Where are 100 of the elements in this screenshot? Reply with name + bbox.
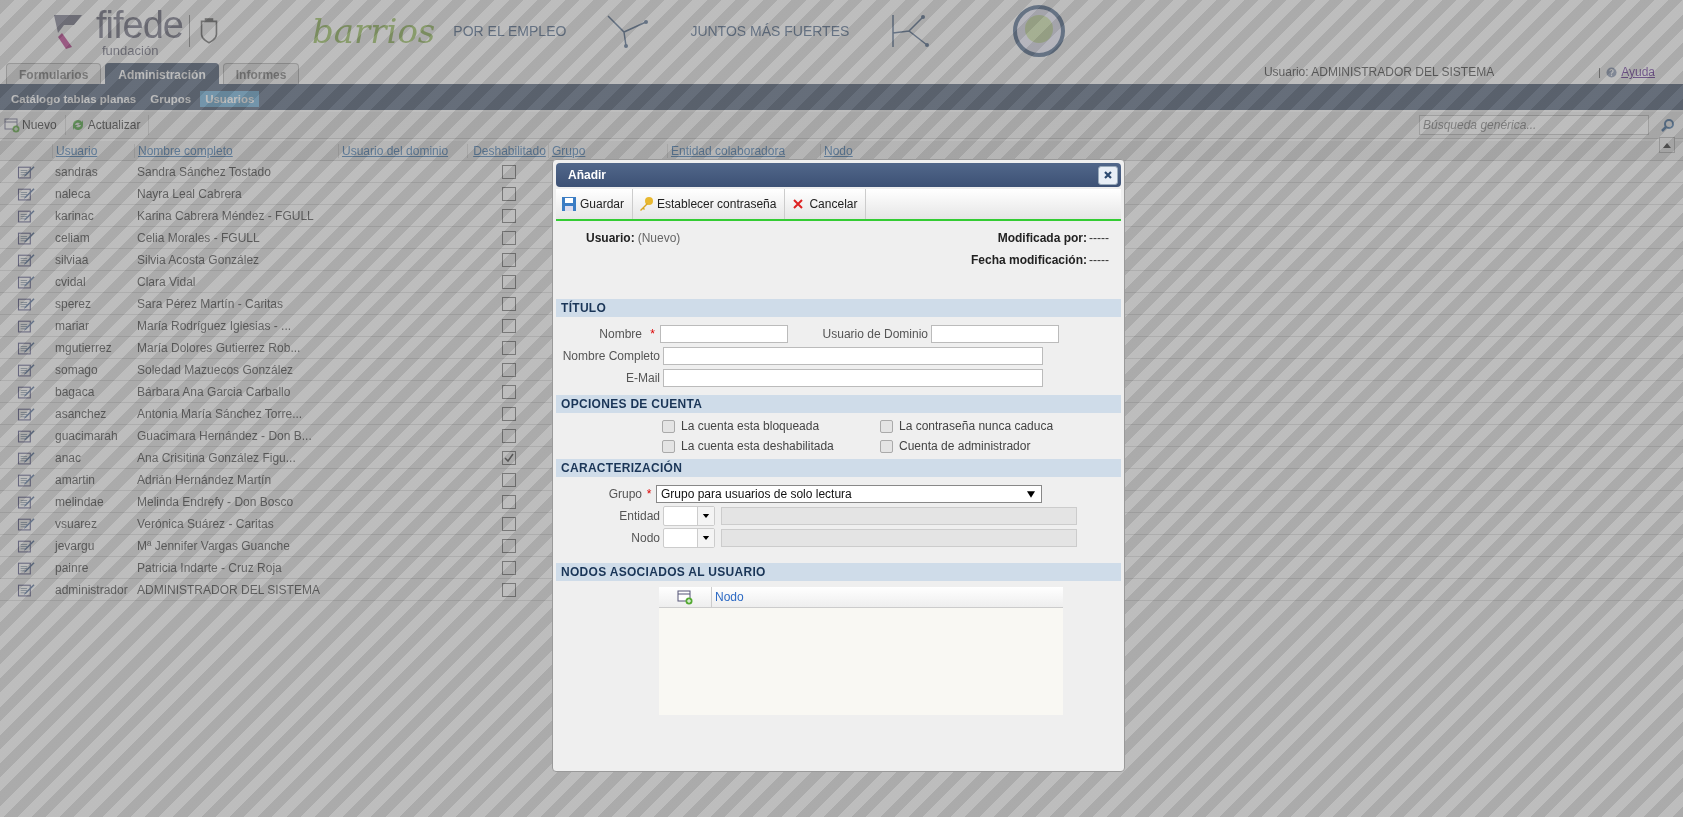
scroll-up-button[interactable]	[1659, 137, 1675, 153]
edit-icon[interactable]	[17, 516, 35, 531]
checkbox[interactable]	[502, 230, 516, 245]
table-cell-text: Bárbara Ana Garcia Carballo	[136, 384, 292, 399]
edit-icon[interactable]	[17, 208, 35, 223]
column-header[interactable]: Grupo	[548, 143, 667, 158]
info-label: Usuario:	[586, 231, 635, 247]
column-header[interactable]: Usuario del dominio	[338, 143, 467, 158]
table-cell-text: Clara Vidal	[136, 274, 197, 289]
checkbox[interactable]	[502, 560, 516, 575]
edit-icon[interactable]	[17, 384, 35, 399]
edit-icon[interactable]	[17, 186, 35, 201]
refresh-button[interactable]: Actualizar	[65, 115, 150, 135]
section-heading: TÍTULO	[556, 299, 1121, 317]
edit-icon[interactable]	[17, 340, 35, 355]
checkbox[interactable]	[662, 439, 675, 453]
edit-icon[interactable]	[17, 582, 35, 597]
info-label: Modificada por:	[997, 231, 1087, 245]
table-cell-text: sperez	[54, 296, 93, 311]
table-cell-text: María Rodríguez Iglesias - ...	[136, 318, 293, 333]
help-link[interactable]: Ayuda	[1621, 65, 1655, 79]
close-button[interactable]	[1098, 165, 1118, 185]
table-cell-text: María Dolores Gutierrez Rob...	[136, 340, 302, 355]
nav-tab[interactable]: Formularios	[6, 63, 102, 84]
table-add-icon[interactable]	[677, 589, 693, 605]
nav-tab[interactable]: Administración	[105, 63, 219, 84]
edit-icon[interactable]	[17, 494, 35, 509]
checkbox[interactable]	[502, 406, 516, 421]
checkbox[interactable]	[880, 419, 893, 433]
search-icon[interactable]	[1661, 118, 1675, 132]
cancel-button[interactable]: Cancelar	[785, 189, 867, 219]
column-header[interactable]: Nodo	[712, 590, 744, 604]
edit-icon[interactable]	[17, 450, 35, 465]
caret-icon	[1027, 490, 1035, 498]
edit-icon[interactable]	[17, 428, 35, 443]
save-button[interactable]: Guardar	[556, 189, 634, 219]
edit-icon[interactable]	[17, 362, 35, 377]
checkbox[interactable]	[502, 362, 516, 377]
checkbox-label: La cuenta esta deshabilitada	[681, 439, 834, 453]
table-cell-text: Silvia Acosta González	[136, 252, 261, 267]
edit-icon[interactable]	[17, 472, 35, 487]
subnav-item[interactable]: Catálogo tablas planas	[6, 90, 142, 107]
table-cell-text: bagaca	[54, 384, 96, 399]
checkbox[interactable]	[502, 472, 516, 487]
checkbox[interactable]	[502, 428, 516, 443]
user-label: Usuario: ADMINISTRADOR DEL SISTEMA	[1263, 65, 1495, 79]
edit-icon[interactable]	[17, 274, 35, 289]
edit-icon[interactable]	[17, 164, 35, 179]
banner-script: barrios	[311, 11, 436, 51]
table-cell-text: Nayra Leal Cabrera	[136, 186, 243, 201]
edit-icon[interactable]	[17, 230, 35, 245]
edit-icon[interactable]	[17, 406, 35, 421]
combo-box[interactable]	[663, 506, 715, 526]
checkbox[interactable]	[502, 582, 516, 597]
combo-box[interactable]	[663, 528, 715, 548]
input-field[interactable]	[663, 369, 1043, 387]
column-header[interactable]: Entidad colaboradora	[667, 143, 820, 158]
input-field[interactable]	[663, 347, 1043, 365]
edit-icon[interactable]	[17, 252, 35, 267]
crest-icon	[188, 15, 220, 47]
checkbox[interactable]	[502, 318, 516, 333]
checkbox[interactable]	[502, 208, 516, 223]
table-cell-text: silviaa	[54, 252, 90, 267]
edit-icon[interactable]	[17, 560, 35, 575]
checkbox[interactable]	[502, 538, 516, 553]
nav-tab[interactable]: Informes	[222, 63, 300, 84]
table-cell-text: Adrián Hernández Martín	[136, 472, 273, 487]
column-header[interactable]: Deshabilitado	[467, 143, 548, 158]
edit-icon[interactable]	[17, 318, 35, 333]
subnav-item[interactable]: Usuarios	[200, 90, 260, 107]
floppy-icon	[561, 196, 577, 212]
input-field[interactable]	[931, 325, 1059, 343]
checkbox[interactable]	[502, 340, 516, 355]
checkbox[interactable]	[502, 186, 516, 201]
column-header[interactable]: Nombre completo	[134, 143, 338, 158]
checkbox[interactable]	[502, 274, 516, 289]
subnav-item[interactable]: Grupos	[145, 90, 197, 107]
table-cell-text: Antonia María Sánchez Torre...	[136, 406, 304, 421]
checkbox[interactable]	[502, 252, 516, 267]
logo-subtitle: fundación	[102, 43, 160, 57]
help-icon[interactable]	[1606, 67, 1618, 78]
field-label: Grupo	[607, 487, 643, 501]
input-field[interactable]	[660, 325, 788, 343]
search-field[interactable]: Búsqueda genérica...	[1419, 115, 1649, 135]
checkbox[interactable]	[502, 384, 516, 399]
new-button[interactable]: Nuevo	[0, 115, 66, 135]
checkbox[interactable]	[502, 516, 516, 531]
column-header[interactable]: Usuario	[52, 143, 134, 158]
edit-icon[interactable]	[17, 296, 35, 311]
checkbox[interactable]	[502, 164, 516, 179]
checkbox[interactable]	[502, 494, 516, 509]
checkbox[interactable]	[662, 419, 675, 433]
checkbox[interactable]	[502, 296, 516, 311]
checkbox[interactable]	[880, 439, 893, 453]
edit-icon[interactable]	[17, 538, 35, 553]
table-cell-text: Celia Morales - FGULL	[136, 230, 261, 245]
checkbox[interactable]	[502, 450, 516, 465]
group-select[interactable]: Grupo para usuarios de solo lectura	[656, 485, 1042, 503]
set-password-button[interactable]: Establecer contraseña	[633, 189, 786, 219]
field-label: Nodo	[630, 531, 660, 545]
